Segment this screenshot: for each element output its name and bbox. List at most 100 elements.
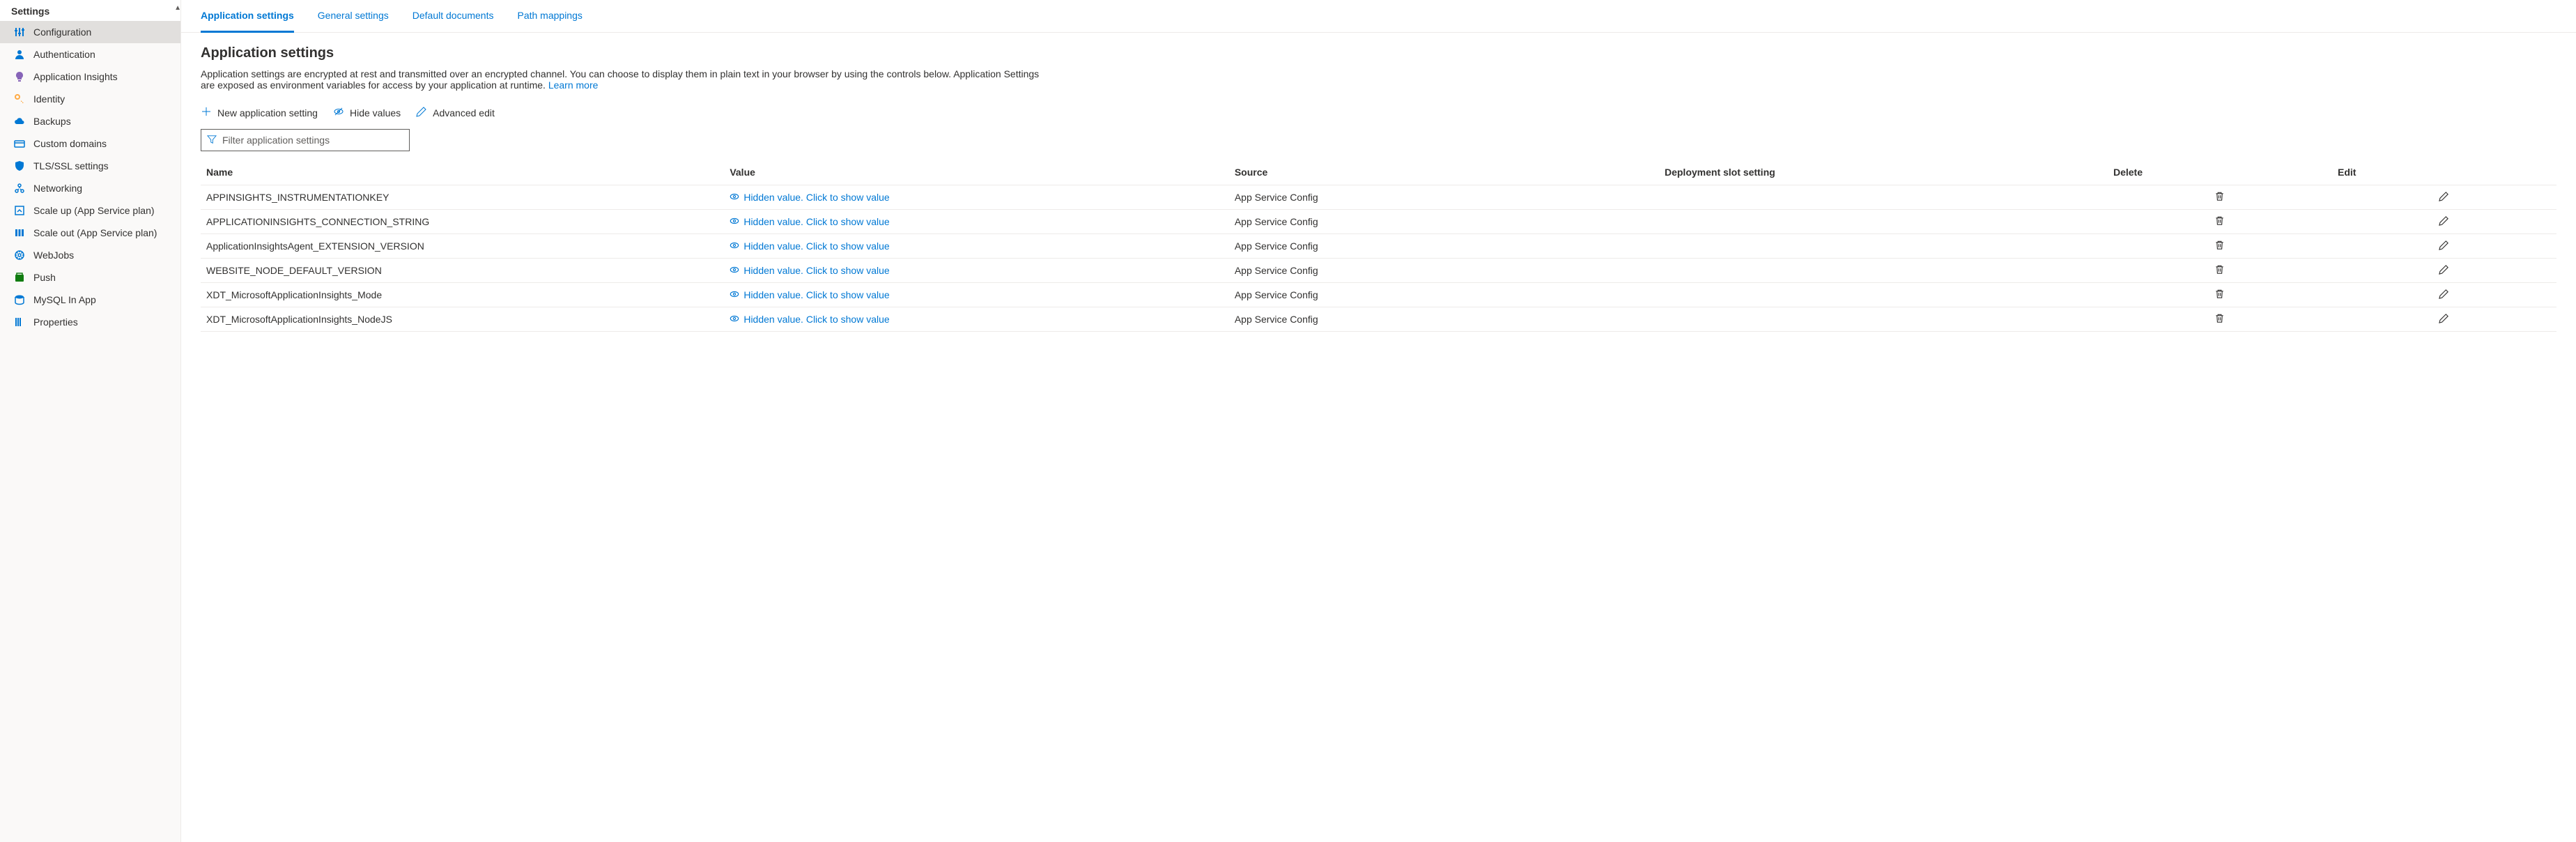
pencil-icon: [416, 106, 427, 119]
trash-icon: [2214, 240, 2225, 252]
table-row: XDT_MicrosoftApplicationInsights_NodeJS H…: [201, 307, 2556, 332]
edit-button[interactable]: [2439, 191, 2449, 204]
edit-button[interactable]: [2439, 240, 2449, 252]
tab-application-settings[interactable]: Application settings: [201, 10, 294, 33]
tab-general-settings[interactable]: General settings: [318, 10, 389, 33]
sidebar-item-scale-out-app-service-plan-[interactable]: Scale out (App Service plan): [0, 222, 180, 244]
trash-icon: [2214, 264, 2225, 277]
setting-source: App Service Config: [1229, 234, 1659, 259]
header-source[interactable]: Source: [1229, 160, 1659, 185]
filter-box[interactable]: [201, 129, 410, 151]
hidden-value-text: Hidden value. Click to show value: [743, 265, 889, 276]
toolbar: New application setting Hide values Adva…: [181, 91, 2576, 126]
sidebar-item-application-insights[interactable]: Application Insights: [0, 66, 180, 88]
setting-slot: [1659, 234, 2108, 259]
edit-button[interactable]: [2439, 313, 2449, 326]
table-row: ApplicationInsightsAgent_EXTENSION_VERSI…: [201, 234, 2556, 259]
eye-icon: [730, 240, 739, 252]
delete-button[interactable]: [2214, 240, 2225, 252]
show-value-link[interactable]: Hidden value. Click to show value: [730, 289, 889, 301]
hide-values-button[interactable]: Hide values: [333, 106, 401, 119]
sidebar-items: ConfigurationAuthentication Application I…: [0, 21, 180, 842]
tab-default-documents[interactable]: Default documents: [412, 10, 494, 33]
sidebar-item-properties[interactable]: Properties: [0, 311, 180, 333]
sidebar-item-authentication[interactable]: Authentication: [0, 43, 180, 66]
header-slot[interactable]: Deployment slot setting: [1659, 160, 2108, 185]
sidebar-item-label: Identity: [33, 93, 65, 105]
domain-icon: [14, 138, 25, 149]
filter-input[interactable]: [222, 135, 403, 146]
learn-more-link[interactable]: Learn more: [548, 79, 599, 91]
bulb-icon: [14, 71, 25, 82]
section-desc-text: Application settings are encrypted at re…: [201, 68, 1039, 91]
network-icon: [14, 183, 25, 194]
setting-name[interactable]: XDT_MicrosoftApplicationInsights_NodeJS: [201, 307, 724, 332]
sidebar-item-identity[interactable]: Identity: [0, 88, 180, 110]
new-application-setting-button[interactable]: New application setting: [201, 106, 318, 119]
setting-name[interactable]: WEBSITE_NODE_DEFAULT_VERSION: [201, 259, 724, 283]
new-application-setting-label: New application setting: [217, 107, 318, 118]
header-value[interactable]: Value: [724, 160, 1229, 185]
setting-slot: [1659, 185, 2108, 210]
pencil-icon: [2439, 289, 2449, 301]
eye-icon: [730, 216, 739, 228]
shield-icon: [14, 160, 25, 171]
sidebar-item-backups[interactable]: Backups: [0, 110, 180, 132]
table-row: XDT_MicrosoftApplicationInsights_Mode Hid…: [201, 283, 2556, 307]
tabs: Application settings General settings Defa…: [181, 0, 2576, 33]
setting-name[interactable]: APPINSIGHTS_INSTRUMENTATIONKEY: [201, 185, 724, 210]
setting-source: App Service Config: [1229, 259, 1659, 283]
edit-button[interactable]: [2439, 215, 2449, 228]
edit-button[interactable]: [2439, 264, 2449, 277]
show-value-link[interactable]: Hidden value. Click to show value: [730, 216, 889, 228]
show-value-link[interactable]: Hidden value. Click to show value: [730, 240, 889, 252]
sidebar-item-configuration[interactable]: Configuration: [0, 21, 180, 43]
show-value-link[interactable]: Hidden value. Click to show value: [730, 192, 889, 204]
edit-button[interactable]: [2439, 289, 2449, 301]
tab-path-mappings[interactable]: Path mappings: [517, 10, 582, 33]
pencil-icon: [2439, 240, 2449, 252]
funnel-icon: [207, 135, 217, 146]
trash-icon: [2214, 313, 2225, 326]
trash-icon: [2214, 191, 2225, 204]
show-value-link[interactable]: Hidden value. Click to show value: [730, 314, 889, 326]
add-icon: [201, 106, 212, 119]
setting-name[interactable]: APPLICATIONINSIGHTS_CONNECTION_STRING: [201, 210, 724, 234]
advanced-edit-button[interactable]: Advanced edit: [416, 106, 495, 119]
delete-button[interactable]: [2214, 215, 2225, 228]
sidebar-item-label: Application Insights: [33, 71, 118, 82]
sidebar-item-label: Push: [33, 272, 56, 283]
hide-values-label: Hide values: [350, 107, 401, 118]
delete-button[interactable]: [2214, 264, 2225, 277]
sidebar-item-label: Properties: [33, 316, 78, 328]
eye-icon: [730, 314, 739, 326]
sidebar-item-label: Custom domains: [33, 138, 107, 149]
eye-icon: [730, 289, 739, 301]
setting-source: App Service Config: [1229, 307, 1659, 332]
key-icon: [14, 93, 25, 105]
sidebar-item-label: TLS/SSL settings: [33, 160, 109, 171]
sidebar-item-tls-ssl-settings[interactable]: TLS/SSL settings: [0, 155, 180, 177]
pencil-icon: [2439, 215, 2449, 228]
cloud-icon: [14, 116, 25, 127]
table-row: APPLICATIONINSIGHTS_CONNECTION_STRING Hid…: [201, 210, 2556, 234]
delete-button[interactable]: [2214, 313, 2225, 326]
sidebar-item-networking[interactable]: Networking: [0, 177, 180, 199]
show-value-link[interactable]: Hidden value. Click to show value: [730, 265, 889, 277]
header-name[interactable]: Name: [201, 160, 724, 185]
sidebar-item-scale-up-app-service-plan-[interactable]: Scale up (App Service plan): [0, 199, 180, 222]
push-icon: [14, 272, 25, 283]
sidebar-item-mysql-in-app[interactable]: MySQL In App: [0, 289, 180, 311]
collapse-sidebar-icon[interactable]: ▲: [174, 4, 181, 12]
sidebar-title: Settings: [0, 0, 180, 21]
delete-button[interactable]: [2214, 191, 2225, 204]
header-edit: Edit: [2332, 160, 2556, 185]
sidebar-item-webjobs[interactable]: WebJobs: [0, 244, 180, 266]
sidebar-item-custom-domains[interactable]: Custom domains: [0, 132, 180, 155]
delete-button[interactable]: [2214, 289, 2225, 301]
setting-name[interactable]: XDT_MicrosoftApplicationInsights_Mode: [201, 283, 724, 307]
eye-icon: [730, 192, 739, 204]
sidebar-item-push[interactable]: Push: [0, 266, 180, 289]
setting-name[interactable]: ApplicationInsightsAgent_EXTENSION_VERSI…: [201, 234, 724, 259]
hidden-value-text: Hidden value. Click to show value: [743, 240, 889, 252]
